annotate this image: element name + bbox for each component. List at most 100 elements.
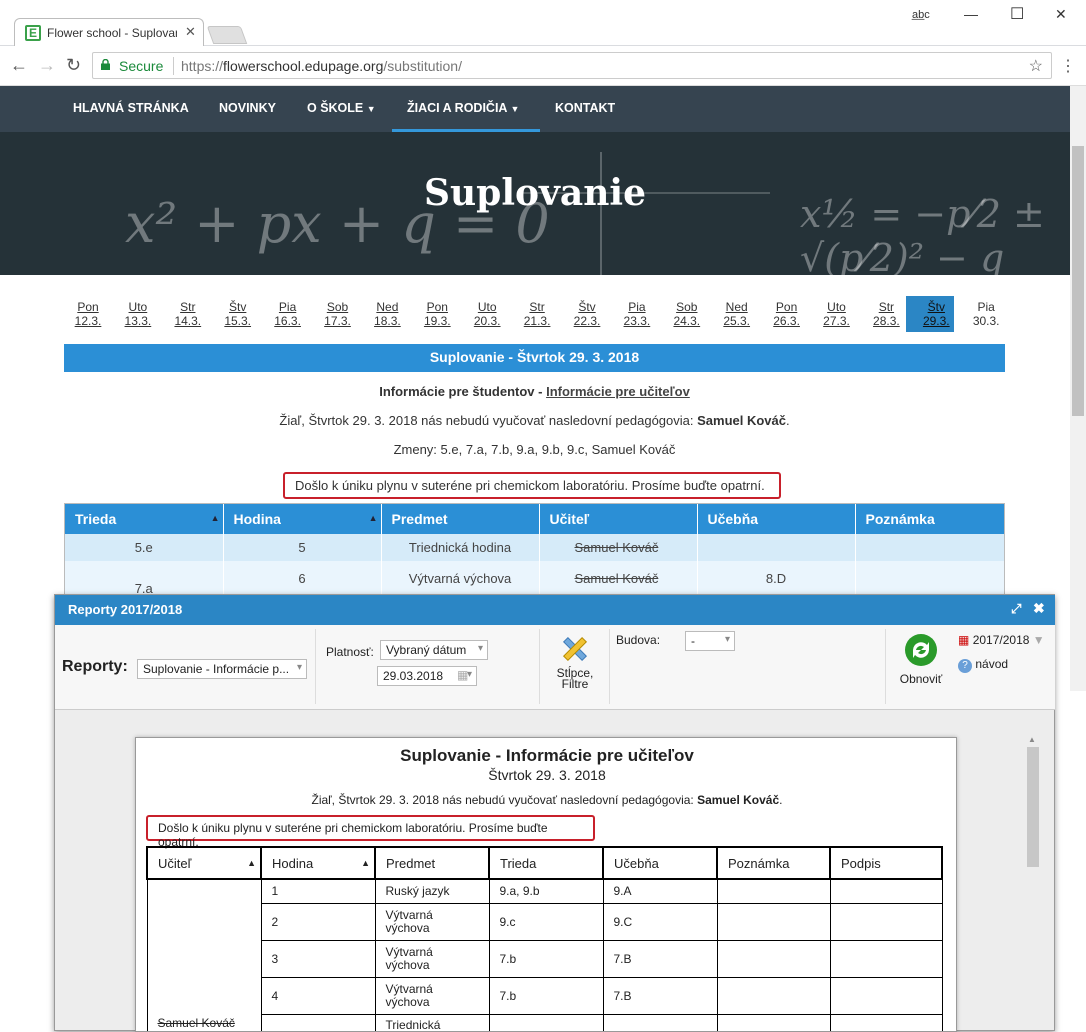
date-item[interactable]: Pia 30.3. (966, 300, 1006, 328)
toolbar-divider (315, 629, 316, 704)
report-cell-poznamka (716, 878, 831, 904)
date-day: Uto (827, 300, 846, 314)
close-window-icon[interactable]: ✕ (1055, 6, 1067, 23)
close-dialog-icon[interactable]: ✖ (1033, 600, 1045, 617)
expand-icon[interactable]: ⤢ (1011, 601, 1021, 617)
absent-teacher-name: Samuel Kováč (697, 413, 786, 428)
date-value: 22.3. (573, 314, 601, 328)
date-item[interactable]: Štv 29.3. (916, 300, 956, 328)
browser-menu-icon[interactable]: ⋮ (1060, 56, 1076, 76)
nav-item-home[interactable]: HLAVNÁ STRÁNKA (73, 101, 189, 115)
table-row: Samuel Kováč 1 Ruský jazyk 9.a, 9.b 9.A (146, 878, 943, 1031)
refresh-button[interactable]: Obnoviť (895, 633, 947, 686)
new-tab-button[interactable] (206, 26, 248, 44)
date-item[interactable]: Ned 25.3. (717, 300, 757, 328)
date-day: Str (878, 300, 895, 314)
reload-icon[interactable]: ↻ (66, 55, 81, 76)
date-item[interactable]: Str 14.3. (168, 300, 208, 328)
cell-ucitel: Samuel Kováč (539, 534, 698, 561)
cell-trieda: 7.a (65, 561, 224, 594)
date-item[interactable]: Ned 18.3. (367, 300, 407, 328)
columns-filters-button[interactable]: Stĺpce, Filtre (551, 629, 599, 709)
refresh-label: Obnoviť (899, 672, 943, 686)
report-col-ucitel: Učiteľ ▲ (146, 846, 262, 880)
report-cell-poznamka (716, 902, 831, 941)
page-title: Suplovanie (423, 172, 647, 214)
date-day: Sob (326, 300, 349, 314)
table-row[interactable]: 5.e 5 Triednická hodina Samuel Kováč (65, 534, 1004, 561)
date-item[interactable]: Uto 20.3. (467, 300, 507, 328)
nav-item-news[interactable]: NOVINKY (219, 101, 276, 115)
spellcheck-icon[interactable]: a̲b̲c (912, 9, 930, 21)
date-item[interactable]: Uto 27.3. (817, 300, 857, 328)
help-label: návod (975, 657, 1009, 671)
maximize-icon[interactable]: ☐ (1010, 4, 1024, 24)
date-item[interactable]: Pon 12.3. (68, 300, 108, 328)
col-header-hodina[interactable]: Hodina ▲ (223, 504, 382, 534)
col-header-ucitel[interactable]: Učiteľ (539, 504, 698, 534)
table-row[interactable]: 7.a 6 Výtvarná výchova Samuel Kováč 8.D (65, 561, 1004, 594)
calendar-icon[interactable]: ▦ (457, 668, 468, 682)
col-header-poznamka[interactable]: Poznámka (855, 504, 1004, 534)
col-header-ucebna[interactable]: Učebňa (697, 504, 856, 534)
url-bar[interactable]: Secure https://flowerschool.edupage.org/… (92, 52, 1052, 79)
date-item[interactable]: Str 21.3. (517, 300, 557, 328)
report-cell-poznamka (716, 976, 831, 1015)
nav-item-students-parents[interactable]: ŽIACI A RODIČIA ▼ (407, 101, 519, 115)
calendar-icon: ▦ (958, 633, 970, 647)
dialog-header[interactable]: Reporty 2017/2018 ⤢ ✖ (55, 595, 1055, 625)
cell-ucebna: 8.D (697, 561, 856, 594)
date-item[interactable]: Pia 23.3. (617, 300, 657, 328)
back-icon[interactable]: ← (10, 55, 28, 76)
date-value: 29.03.2018 (383, 669, 444, 683)
minimize-icon[interactable]: — (964, 6, 978, 22)
toolbar-divider (539, 629, 540, 704)
url-scheme: https:// (181, 58, 224, 74)
date-day: Str (529, 300, 545, 314)
scroll-up-icon[interactable]: ▲ (1028, 735, 1036, 744)
date-item[interactable]: Štv 15.3. (218, 300, 258, 328)
tab-close-icon[interactable]: ✕ (185, 24, 196, 40)
building-select[interactable]: - (685, 631, 735, 651)
date-item[interactable]: Pon 26.3. (767, 300, 807, 328)
report-cell-poznamka (716, 1013, 831, 1031)
nav-item-contact[interactable]: KONTAKT (555, 101, 615, 115)
date-item[interactable]: Pia 16.3. (268, 300, 308, 328)
date-item[interactable]: Sob 24.3. (667, 300, 707, 328)
date-day: Pia (278, 300, 297, 314)
report-cell-trieda: 9.c (488, 902, 604, 941)
report-cell-podpis (829, 902, 943, 941)
report-col-poznamka: Poznámka (716, 846, 831, 880)
bookmark-star-icon[interactable]: ☆ (1029, 56, 1043, 76)
report-select[interactable]: Suplovanie - Informácie p... (137, 659, 307, 679)
url-text[interactable]: https://flowerschool.edupage.org/substit… (181, 58, 462, 74)
page-scrollbar-thumb[interactable] (1072, 146, 1084, 416)
alert-message: Došlo k úniku plynu v suteréne pri chemi… (283, 472, 781, 499)
date-item[interactable]: Uto 13.3. (118, 300, 158, 328)
report-cell-predmet: Ruský jazyk (374, 878, 490, 904)
validity-select[interactable]: Vybraný dátum (380, 640, 488, 660)
dialog-scrollbar-thumb[interactable] (1027, 747, 1039, 867)
report-cell-hodina (260, 1013, 376, 1031)
year-selector[interactable]: ▦ 2017/2018 ▼ (958, 633, 1045, 647)
date-item[interactable]: Sob 17.3. (318, 300, 358, 328)
date-item[interactable]: Str 28.3. (866, 300, 906, 328)
nav-item-about[interactable]: O ŠKOLE ▼ (307, 101, 376, 115)
cell-hodina: 5 (223, 534, 382, 561)
date-day: Štv (229, 300, 247, 314)
absent-prefix: Žiaľ, Štvrtok 29. 3. 2018 nás nebudú vyu… (279, 413, 698, 428)
date-item[interactable]: Pon 19.3. (417, 300, 457, 328)
forward-icon[interactable]: → (38, 55, 56, 76)
help-link[interactable]: ? návod (958, 657, 1008, 673)
report-col-trieda: Trieda (488, 846, 604, 880)
secure-label: Secure (119, 58, 164, 74)
teachers-info-link[interactable]: Informácie pre učiteľov (546, 384, 690, 399)
col-header-trieda[interactable]: Trieda ▲ (65, 504, 224, 534)
browser-tab[interactable]: Flower school - Suplovan ✕ (14, 18, 204, 47)
table-row: 4 Výtvarná výchova 7.b 7.B (147, 976, 943, 1015)
toolbar-divider (885, 629, 886, 704)
date-item[interactable]: Štv 22.3. (567, 300, 607, 328)
col-header-predmet[interactable]: Predmet (381, 504, 540, 534)
date-value: 29.3. (922, 314, 950, 328)
reports-dialog: Reporty 2017/2018 ⤢ ✖ Reporty: Suplovani… (54, 594, 1055, 1032)
